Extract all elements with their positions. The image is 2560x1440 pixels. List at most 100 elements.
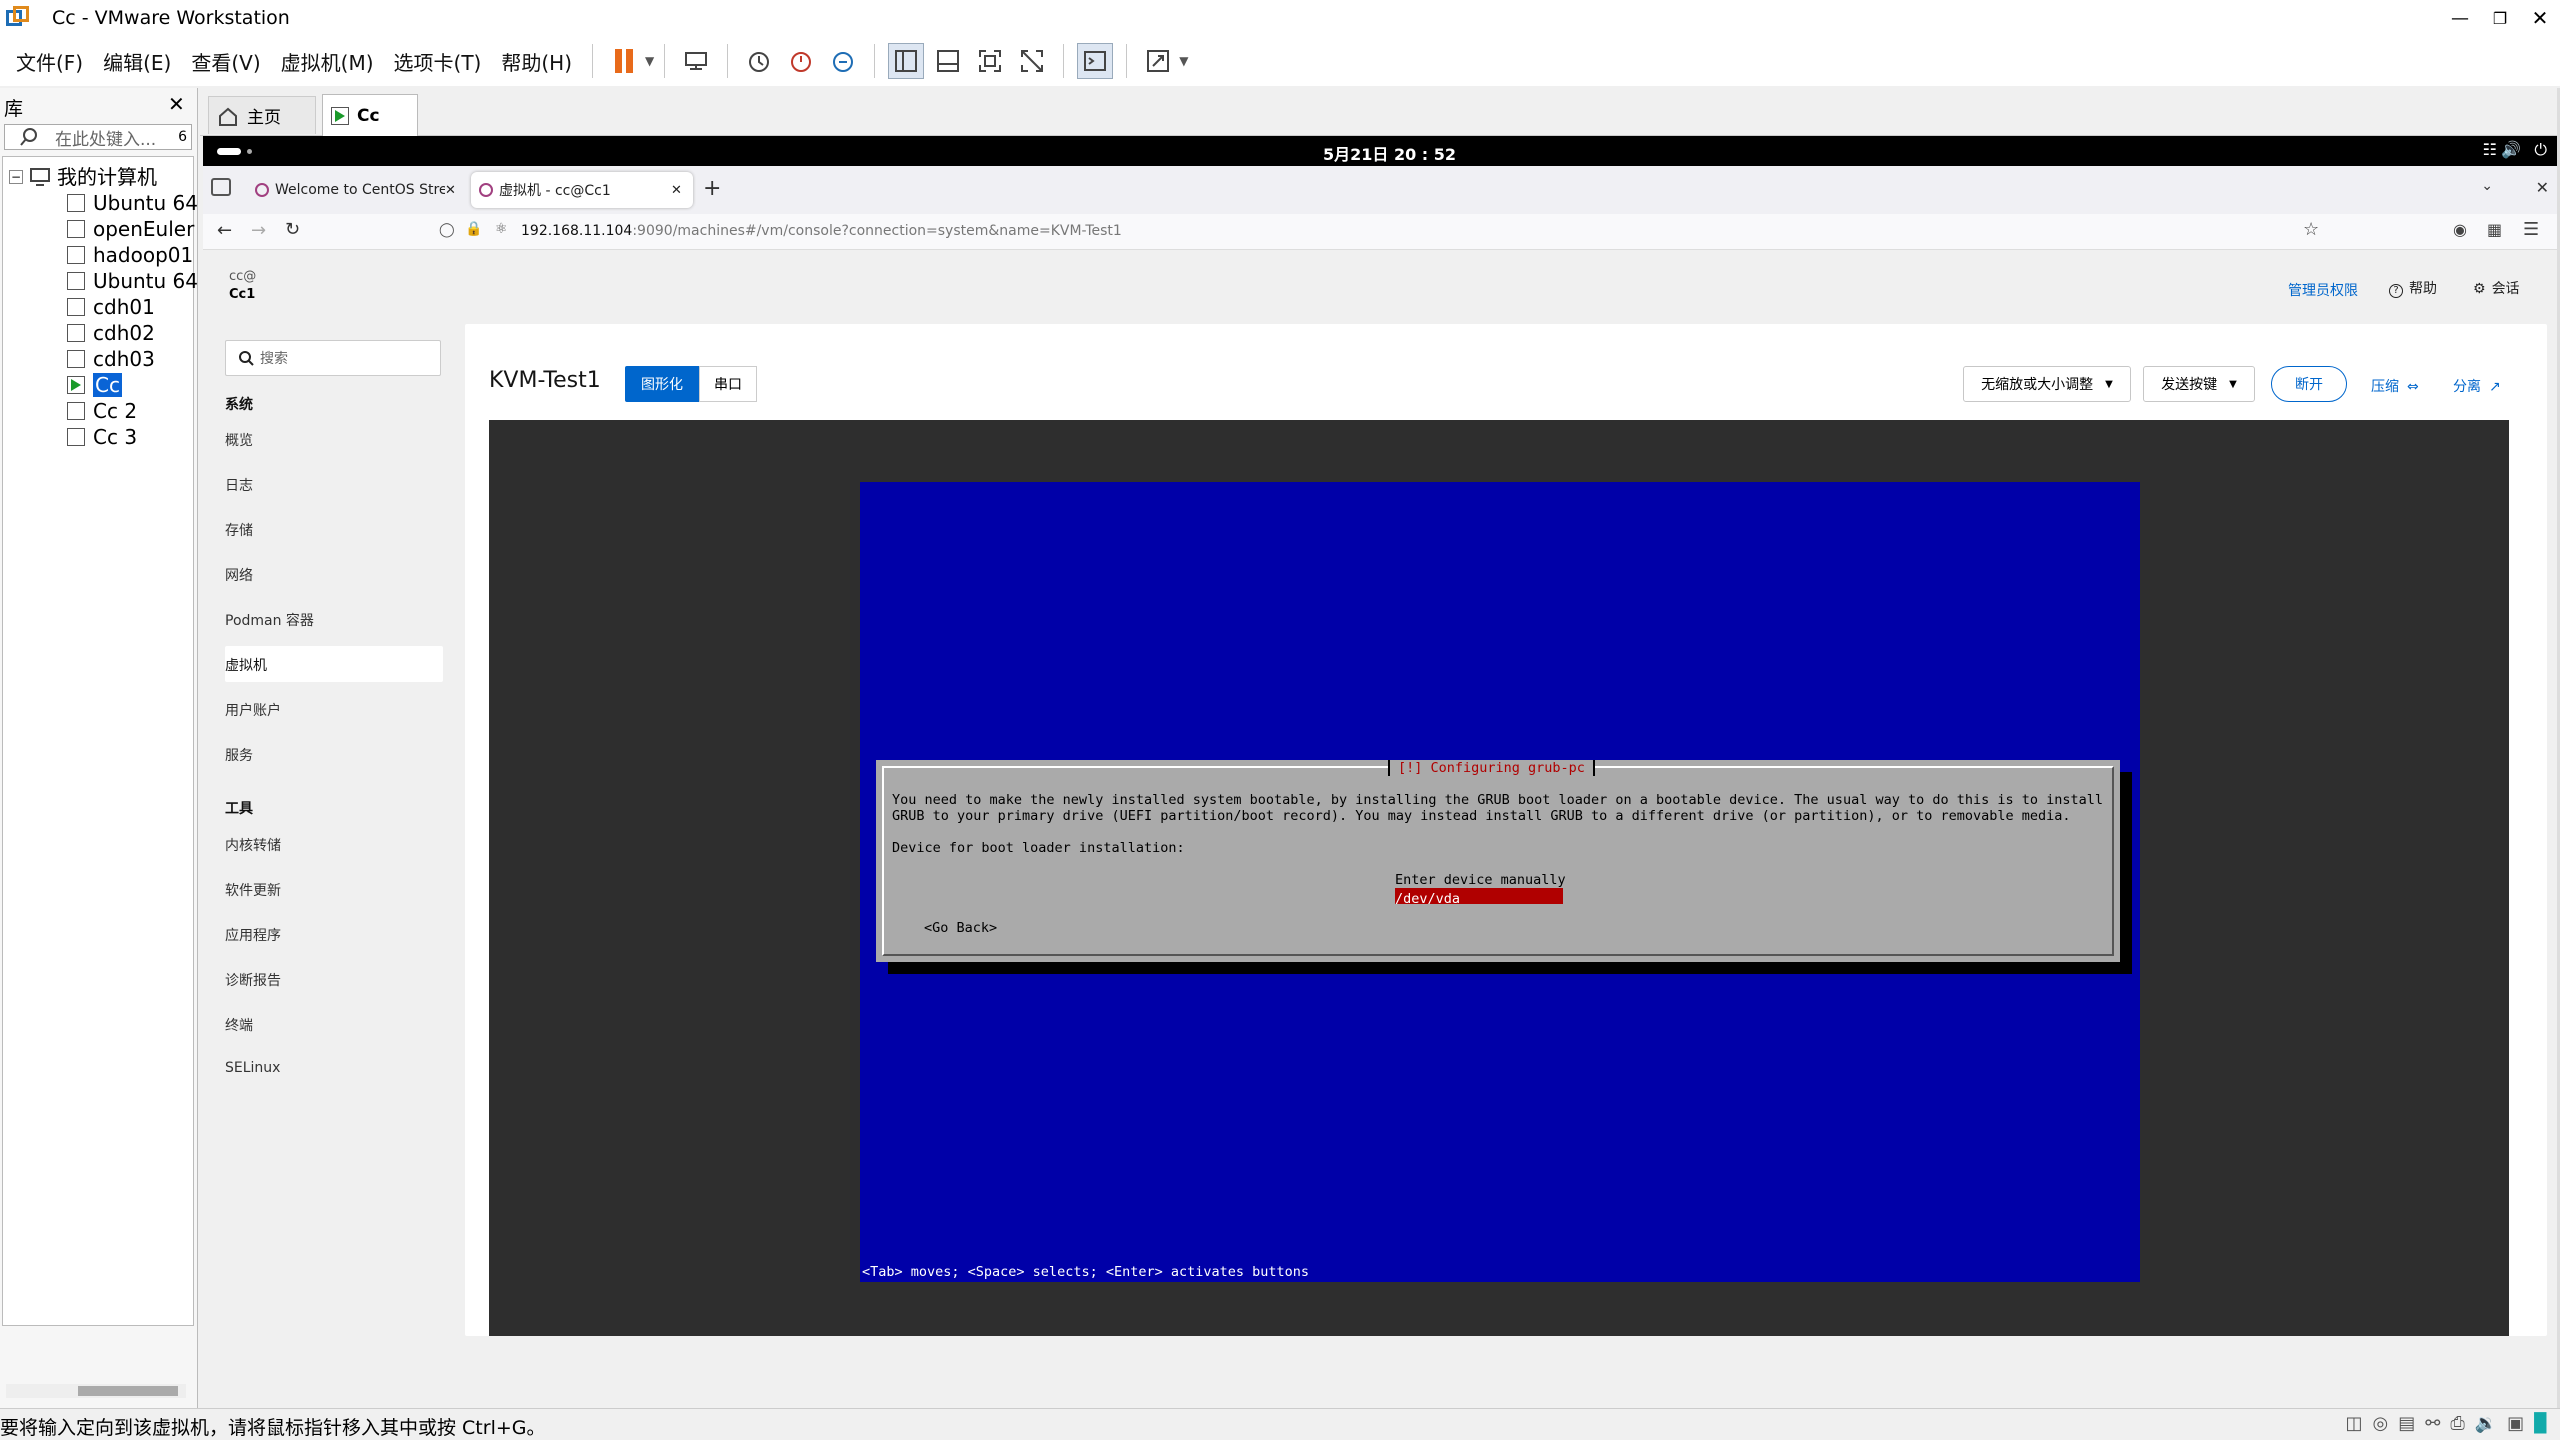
bookmark-star-icon[interactable]: ☆ [2303, 219, 2319, 240]
nav-logs[interactable]: 日志 [225, 475, 253, 495]
snapshot-icon[interactable] [741, 43, 777, 79]
volume-icon[interactable]: 🔊 [2501, 140, 2521, 159]
message-log-icon[interactable]: ▉ [2534, 1413, 2548, 1434]
nav-accounts[interactable]: 用户账户 [225, 700, 281, 720]
menu-edit[interactable]: 编辑(E) [93, 47, 181, 76]
detach-link[interactable]: 分离 ↗ [2453, 376, 2501, 396]
display-icon[interactable]: ▣ [2507, 1413, 2524, 1434]
browser-tab-active[interactable]: 虚拟机 - cc@Cc1 ✕ [471, 172, 693, 208]
console-view-icon[interactable] [1077, 43, 1114, 79]
tree-vm-ubuntu-2[interactable]: Ubuntu 64 [67, 269, 198, 293]
nav-overview[interactable]: 概览 [225, 430, 253, 450]
tree-vm-ubuntu-1[interactable]: Ubuntu 64 [67, 191, 198, 215]
show-library-icon[interactable] [888, 43, 925, 79]
lock-icon[interactable]: 🔒 [465, 221, 482, 237]
forward-icon[interactable]: → [251, 220, 266, 241]
list-tabs-icon[interactable]: ⌄ [2481, 178, 2493, 194]
clock[interactable]: 5月21日 20 : 52 [1323, 141, 1456, 165]
close-icon[interactable]: ✕ [2520, 6, 2560, 30]
compress-link[interactable]: 压缩 ⇔ [2371, 376, 2419, 396]
chevron-down-icon[interactable]: ▼ [1179, 54, 1188, 68]
sound-icon[interactable]: 🔉 [2475, 1413, 2497, 1434]
installer-screen[interactable]: [!] Configuring grub-pc You need to make… [860, 482, 2140, 1282]
nav-apps[interactable]: 应用程序 [225, 925, 281, 945]
tree-vm-cdh02[interactable]: cdh02 [67, 321, 155, 345]
reload-icon[interactable]: ↻ [285, 219, 300, 240]
browser-tab-welcome[interactable]: Welcome to CentOS Stre ✕ [247, 174, 467, 206]
unity-icon[interactable] [1014, 43, 1050, 79]
url-bar[interactable]: 192.168.11.104:9090/machines#/vm/console… [521, 223, 1122, 239]
tree-vm-cc[interactable]: Cc [67, 373, 122, 397]
snapshot-manager-icon[interactable] [825, 43, 861, 79]
revert-snapshot-icon[interactable] [783, 43, 819, 79]
hdd-icon[interactable]: ◫ [2345, 1413, 2362, 1434]
nav-vms[interactable]: 虚拟机 [225, 655, 267, 675]
tab-overview-icon[interactable] [211, 178, 231, 196]
cockpit-host-switcher[interactable]: cc@ Cc1 [229, 268, 256, 304]
tab-serial[interactable]: 串口 [699, 366, 757, 402]
menu-help[interactable]: 帮助(H) [491, 47, 582, 76]
tree-vm-cdh01[interactable]: cdh01 [67, 295, 155, 319]
library-search-input[interactable]: 在此处键入... [55, 125, 156, 150]
tree-vm-cdh03[interactable]: cdh03 [67, 347, 155, 371]
help-menu[interactable]: ? 帮助 [2389, 278, 2437, 298]
menu-vm[interactable]: 虚拟机(M) [271, 47, 384, 76]
cdrom-icon[interactable]: ◎ [2372, 1413, 2388, 1434]
go-back-button[interactable]: <Go Back> [924, 920, 997, 936]
session-menu[interactable]: ⚙ 会话 [2473, 278, 2520, 298]
nav-search-input[interactable]: 搜索 [260, 348, 288, 368]
shield-icon[interactable]: ◯ [439, 222, 455, 238]
tab-graphics[interactable]: 图形化 [625, 366, 699, 402]
thumbnail-bar-icon[interactable] [930, 43, 966, 79]
new-tab-icon[interactable]: + [703, 176, 721, 201]
library-scrollbar[interactable] [6, 1384, 186, 1398]
tree-vm-cc2[interactable]: Cc 2 [67, 399, 137, 423]
tab-home[interactable]: 主页 [208, 96, 316, 134]
nav-kdump[interactable]: 内核转储 [225, 835, 281, 855]
permissions-icon[interactable]: ⚛ [495, 221, 508, 237]
nav-diagnostics[interactable]: 诊断报告 [225, 970, 281, 990]
nav-network[interactable]: 网络 [225, 565, 253, 585]
pause-icon[interactable] [606, 43, 642, 79]
nav-selinux[interactable]: SELinux [225, 1060, 280, 1076]
printer-icon[interactable]: ⎙ [2450, 1413, 2464, 1434]
tree-vm-cc3[interactable]: Cc 3 [67, 425, 137, 449]
power-icon[interactable]: ⏻ [2534, 140, 2547, 160]
menu-tabs[interactable]: 选项卡(T) [384, 47, 492, 76]
activities-icon[interactable] [217, 148, 241, 155]
search-dropdown-icon[interactable]: 6 [178, 129, 187, 145]
option-dev-vda[interactable]: /dev/vda [1395, 888, 1563, 907]
extensions-icon[interactable]: ▦ [2487, 220, 2502, 239]
minimize-icon[interactable]: — [2440, 8, 2480, 29]
admin-access-link[interactable]: 管理员权限 [2288, 280, 2358, 300]
menu-file[interactable]: 文件(F) [6, 47, 93, 76]
tab-cc[interactable]: Cc [322, 94, 418, 136]
network-adapter-icon[interactable]: ▤ [2398, 1413, 2415, 1434]
vnc-console[interactable]: [!] Configuring grub-pc You need to make… [489, 420, 2509, 1336]
close-window-icon[interactable]: ✕ [2536, 178, 2549, 197]
stretch-icon[interactable] [1140, 43, 1176, 79]
usb-icon[interactable]: ⚯ [2425, 1413, 2440, 1434]
back-icon[interactable]: ← [217, 220, 232, 241]
close-icon[interactable]: ✕ [168, 92, 185, 116]
chevron-down-icon[interactable]: ▼ [645, 54, 654, 68]
account-icon[interactable]: ◉ [2453, 220, 2467, 239]
fullscreen-icon[interactable] [972, 43, 1008, 79]
nav-storage[interactable]: 存储 [225, 520, 253, 540]
nav-terminal[interactable]: 终端 [225, 1015, 253, 1035]
restore-icon[interactable]: ❐ [2480, 9, 2520, 28]
menu-view[interactable]: 查看(V) [181, 47, 270, 76]
tree-root[interactable]: − 我的计算机 [9, 165, 157, 189]
send-ctrl-alt-del-icon[interactable] [678, 43, 714, 79]
nav-updates[interactable]: 软件更新 [225, 880, 281, 900]
close-tab-icon[interactable]: ✕ [445, 183, 456, 198]
nav-services[interactable]: 服务 [225, 745, 253, 765]
library-search[interactable]: 在此处键入... 6 [4, 124, 192, 150]
menu-icon[interactable]: ☰ [2523, 219, 2539, 240]
nav-podman[interactable]: Podman 容器 [225, 610, 314, 630]
tree-vm-hadoop01[interactable]: hadoop01 [67, 243, 193, 267]
network-icon[interactable]: ☷ [2483, 140, 2497, 159]
option-enter-manually[interactable]: Enter device manually [1395, 872, 1566, 888]
tree-vm-openeuler[interactable]: openEuler [67, 217, 194, 241]
nav-search-field[interactable]: 搜索 [225, 340, 441, 376]
